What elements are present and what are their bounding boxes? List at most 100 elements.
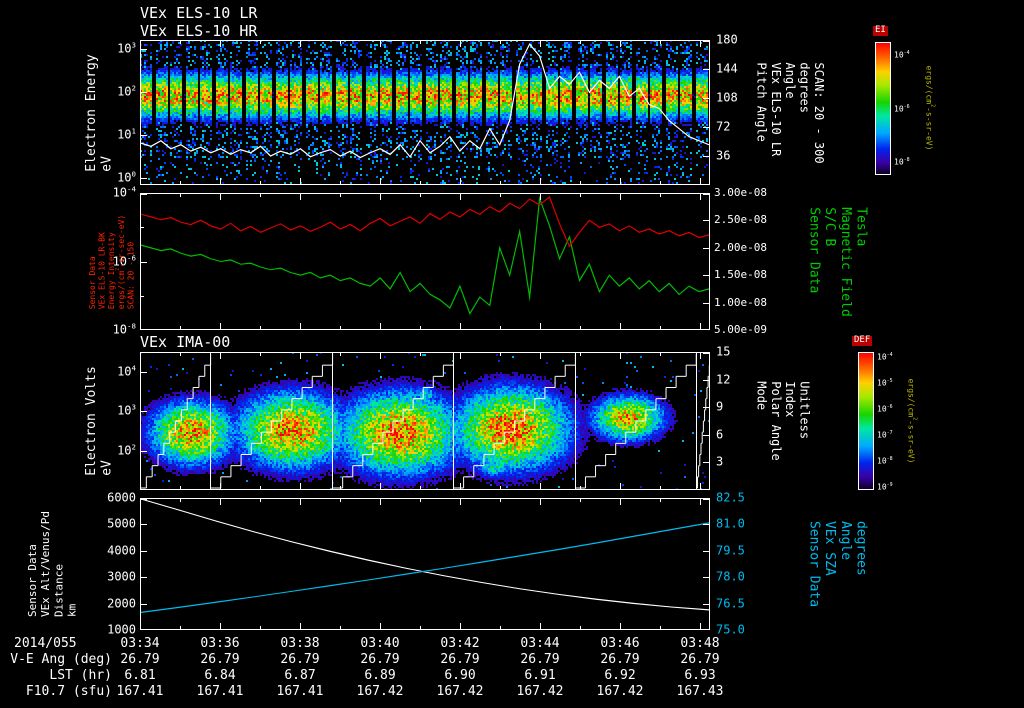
panel3-title: VEx IMA-00: [140, 333, 231, 351]
p4-alt-tick: 4000: [107, 543, 136, 558]
row-value: 167.41: [276, 684, 324, 699]
p4-sza-tick: 82.5: [716, 490, 745, 505]
row-value: 167.41: [196, 684, 244, 699]
p1-energy-tick: 102: [117, 83, 136, 99]
p4-alt-tick: 2000: [107, 596, 136, 610]
p1-pitch-tick: 36: [716, 148, 731, 163]
row-value: 167.41: [116, 684, 164, 699]
row-value: 26.79: [360, 652, 400, 667]
row-value: 6.81: [124, 668, 156, 683]
p2-right-axis-label: Sensor Data S/C B Magnetic Field Tesla: [806, 206, 869, 317]
p4-alt-tick: 6000: [107, 490, 136, 505]
colorbar1-units: ergs/(cm2-s-sr-eV): [924, 65, 936, 151]
time-tick-label: 03:34: [120, 636, 160, 651]
p3-mode-tick: 3: [716, 454, 724, 469]
colorbar1-label: EI: [873, 25, 888, 36]
p4-sza-tick: 76.5: [716, 596, 745, 610]
row-value: 167.42: [356, 684, 404, 699]
p1-pitch-tick: 72: [716, 119, 731, 134]
p2-intensity-tick: 10-4: [112, 184, 136, 200]
panel1-title-lr: VEx ELS-10 LR: [140, 4, 258, 22]
p2-bfield-tick: 2.50e-08: [714, 213, 767, 227]
row-label-2: LST (hr): [49, 668, 112, 683]
p1-energy-tick: 103: [117, 40, 136, 56]
row-value: 167.43: [676, 684, 724, 699]
p3-mode-tick: 6: [716, 427, 724, 442]
row-value: 26.79: [680, 652, 720, 667]
p3-mode-tick: 9: [716, 399, 724, 414]
date-label: 2014/055: [14, 636, 77, 651]
p4-sza-tick: 79.5: [716, 543, 745, 558]
p1-right-axis-label: Pitch Angle VEx ELS-10 LR Angle degrees SCAN…: [754, 61, 826, 164]
intensity-bfield-canvas: [140, 193, 710, 330]
ima-colorbar-canvas: [858, 352, 874, 490]
p1-energy-tick: 101: [117, 126, 136, 142]
row-value: 6.89: [364, 668, 396, 683]
row-label-3: F10.7 (sfu): [25, 684, 112, 699]
row-value: 167.42: [516, 684, 564, 699]
alt-sza-canvas: [140, 498, 710, 630]
p2-y-axis-label: Sensor Data VEx ELS-10 LR-BK Energy Intens…: [88, 214, 136, 309]
p3-mode-tick: 12: [716, 372, 731, 386]
time-tick-label: 03:44: [520, 636, 560, 651]
p2-bfield-tick: 1.00e-08: [714, 295, 767, 309]
p2-bfield-tick: 3.00e-08: [714, 185, 767, 199]
p3-ev-tick: 102: [117, 441, 136, 457]
colorbar2-tick: 10-5: [877, 377, 893, 388]
row-value: 26.79: [200, 652, 240, 667]
p4-alt-tick: 5000: [107, 516, 136, 531]
time-tick-label: 03:40: [360, 636, 400, 651]
row-value: 26.79: [520, 652, 560, 667]
row-value: 26.79: [280, 652, 320, 667]
p2-bfield-tick: 1.50e-08: [714, 268, 767, 282]
cdaweb-multi-panel-plot: VEx ELS-10 LR VEx ELS-10 HR VEx IMA-00 1…: [0, 0, 1024, 708]
row-value: 167.42: [596, 684, 644, 699]
colorbar2-tick: 10-7: [877, 430, 893, 440]
p3-ev-tick: 103: [117, 402, 136, 418]
colorbar2-units: ergs/(cm2-s-sr-eV): [906, 378, 918, 464]
p1-energy-tick: 100: [117, 169, 136, 185]
colorbar2-tick: 10-8: [877, 456, 893, 466]
p4-sza-tick: 78.0: [716, 569, 745, 584]
p2-intensity-tick: 10-8: [112, 321, 136, 337]
p1-pitch-tick: 108: [716, 90, 738, 105]
colorbar1-tick: 10-8: [894, 156, 910, 167]
p4-alt-tick: 3000: [107, 569, 136, 584]
colorbar2-label: DEF: [852, 335, 873, 346]
time-tick-label: 03:38: [280, 636, 320, 651]
row-value: 6.93: [684, 668, 716, 683]
row-value: 6.84: [204, 668, 236, 683]
colorbar2-tick: 10-9: [877, 481, 893, 492]
ima-spectrogram-canvas: [140, 352, 710, 490]
colorbar2-tick: 10-4: [877, 351, 893, 362]
p4-sza-tick: 75.0: [716, 622, 745, 637]
p4-alt-tick: 1000: [107, 622, 136, 637]
row-value: 167.42: [436, 684, 484, 699]
row-value: 6.87: [284, 668, 316, 683]
row-value: 6.92: [604, 668, 636, 683]
p1-pitch-tick: 144: [716, 61, 738, 76]
colorbar1-tick: 10-6: [894, 103, 910, 114]
time-tick-label: 03:46: [600, 636, 640, 651]
p3-y-axis-label: Electron Volts eV: [84, 366, 115, 476]
els-colorbar-canvas: [875, 42, 891, 175]
row-label-1: V-E Ang (deg): [10, 652, 112, 667]
p1-y-axis-label: Electron Energy eV: [84, 53, 115, 172]
time-tick-label: 03:48: [680, 636, 720, 651]
row-value: 26.79: [120, 652, 160, 667]
colorbar1-tick: 10-4: [894, 49, 910, 60]
p3-right-axis-label: Mode Polar Angle Index Unitless: [754, 381, 812, 461]
row-value: 6.91: [524, 668, 556, 683]
p4-y-axis-label: Sensor Data VEx Alt/Venus/Pd Distance km: [26, 511, 79, 617]
p2-bfield-tick: 5.00e-09: [714, 322, 767, 336]
panel1-title-hr: VEx ELS-10 HR: [140, 22, 258, 40]
row-value: 6.90: [444, 668, 476, 683]
p2-bfield-tick: 2.00e-08: [714, 240, 767, 254]
els-spectrogram-canvas: [140, 40, 710, 185]
p3-mode-tick: 15: [716, 344, 731, 359]
colorbar2-tick: 10-6: [877, 403, 893, 414]
time-tick-label: 03:36: [200, 636, 240, 651]
time-tick-label: 03:42: [440, 636, 480, 651]
p3-ev-tick: 104: [117, 363, 136, 379]
row-value: 26.79: [600, 652, 640, 667]
